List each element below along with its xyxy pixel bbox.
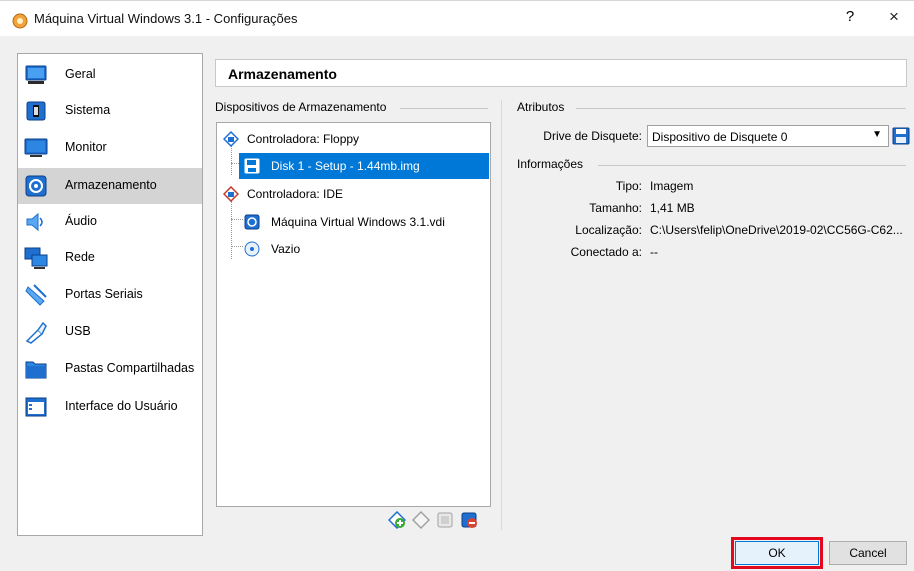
user-interface-icon (25, 397, 47, 417)
choose-disk-icon[interactable] (892, 126, 910, 146)
tree-item-ide-controller[interactable]: Controladora: IDE (219, 181, 489, 207)
tree-item-optical-drive[interactable]: Vazio (239, 236, 489, 262)
panel-divider (501, 100, 502, 530)
floppy-drive-value: Dispositivo de Disquete 0 (652, 130, 788, 144)
system-icon (26, 101, 46, 121)
ide-controller-icon (223, 186, 239, 202)
tree-item-floppy-image[interactable]: Disk 1 - Setup - 1.44mb.img (239, 153, 489, 179)
audio-icon (26, 212, 43, 232)
tree-item-floppy-controller[interactable]: Controladora: Floppy (219, 126, 489, 152)
add-attachment-icon[interactable] (436, 511, 454, 529)
window-title: Máquina Virtual Windows 3.1 - Configuraç… (34, 11, 298, 26)
nav-item-system[interactable]: Sistema (18, 93, 202, 129)
cancel-button[interactable]: Cancel (829, 541, 907, 565)
nav-item-monitor[interactable]: Monitor (18, 130, 202, 166)
tree-item-label: Controladora: IDE (247, 187, 344, 201)
nav-label: Áudio (65, 214, 97, 228)
hard-disk-icon (244, 214, 260, 230)
nav-label: USB (65, 324, 91, 338)
nav-item-audio[interactable]: Áudio (18, 204, 202, 240)
tree-item-label: Controladora: Floppy (247, 132, 360, 146)
nav-label: Rede (65, 250, 95, 264)
general-icon (25, 65, 47, 84)
shared-folders-icon (25, 361, 47, 379)
virtualbox-icon (12, 13, 28, 29)
usb-icon (25, 321, 47, 344)
storage-tree[interactable]: Controladora: Floppy Disk 1 - Setup - 1.… (216, 122, 491, 507)
settings-nav: Geral Sistema Monitor Armazenamento Áudi… (17, 53, 203, 536)
group-divider (576, 108, 906, 109)
storage-devices-group-label: Dispositivos de Armazenamento (215, 100, 391, 114)
tree-item-label: Vazio (271, 242, 301, 256)
storage-icon (25, 175, 47, 197)
nav-item-serial-ports[interactable]: Portas Seriais (18, 277, 202, 313)
nav-label: Monitor (65, 140, 107, 154)
title-bar: Máquina Virtual Windows 3.1 - Configuraç… (0, 0, 914, 36)
nav-item-storage[interactable]: Armazenamento (18, 168, 202, 204)
info-attached-label: Conectado a: (570, 245, 642, 259)
floppy-drive-select[interactable]: Dispositivo de Disquete 0 ▼ (647, 125, 889, 147)
tree-item-hard-disk[interactable]: Máquina Virtual Windows 3.1.vdi (239, 209, 489, 235)
group-divider (598, 165, 906, 166)
tree-item-label: Máquina Virtual Windows 3.1.vdi (271, 215, 445, 229)
group-divider (400, 108, 488, 109)
attributes-group-label: Atributos (517, 100, 569, 114)
information-group-label: Informações (517, 157, 588, 171)
tree-connector (231, 201, 232, 259)
nav-item-general[interactable]: Geral (18, 57, 202, 93)
nav-item-usb[interactable]: USB (18, 314, 202, 350)
nav-item-shared-folders[interactable]: Pastas Compartilhadas (18, 351, 202, 387)
chevron-down-icon: ▼ (872, 129, 882, 140)
section-header: Armazenamento (215, 59, 907, 87)
network-icon (24, 247, 48, 269)
drive-label: Drive de Disquete: (543, 129, 642, 143)
display-icon (24, 138, 48, 157)
nav-item-network[interactable]: Rede (18, 240, 202, 276)
floppy-disk-icon (244, 158, 260, 174)
add-controller-icon[interactable] (388, 511, 406, 529)
remove-attachment-icon[interactable] (460, 511, 478, 529)
tree-item-label: Disk 1 - Setup - 1.44mb.img (271, 159, 420, 173)
info-attached-value: -- (650, 245, 658, 259)
close-button[interactable]: × (883, 7, 905, 29)
info-location-label: Localização: (575, 223, 642, 237)
nav-label: Sistema (65, 103, 111, 117)
nav-label: Interface do Usuário (65, 399, 178, 413)
nav-label: Armazenamento (65, 178, 157, 192)
page-title: Armazenamento (228, 66, 337, 82)
nav-item-user-interface[interactable]: Interface do Usuário (18, 389, 202, 425)
info-size-value: 1,41 MB (650, 201, 695, 215)
info-type-label: Tipo: (615, 179, 642, 193)
optical-disc-icon (244, 241, 260, 257)
nav-label: Geral (65, 67, 96, 81)
info-location-value: C:\Users\felip\OneDrive\2019-02\CC56G-C6… (650, 223, 903, 237)
help-button[interactable]: ? (840, 8, 860, 30)
nav-label: Pastas Compartilhadas (65, 361, 195, 375)
remove-controller-icon[interactable] (412, 511, 430, 529)
serial-ports-icon (25, 284, 47, 306)
floppy-controller-icon (223, 131, 239, 147)
info-type-value: Imagem (650, 179, 694, 193)
info-size-label: Tamanho: (589, 201, 642, 215)
ok-button[interactable]: OK (735, 541, 819, 565)
nav-label: Portas Seriais (65, 287, 143, 301)
